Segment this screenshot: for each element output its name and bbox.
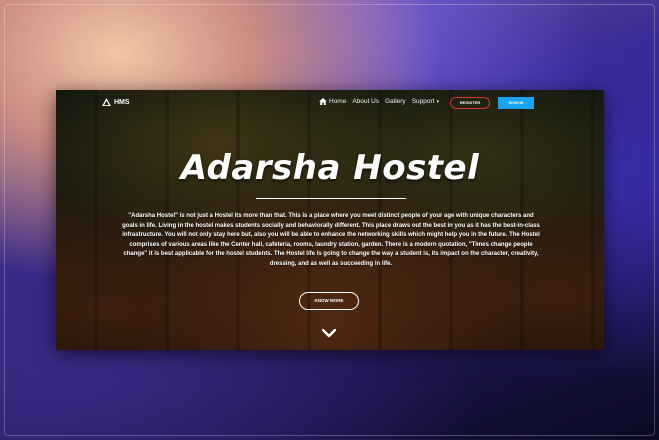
logo-icon — [102, 98, 111, 106]
home-icon — [319, 98, 327, 105]
nav-home[interactable]: Home — [319, 98, 346, 105]
nav-home-label: Home — [329, 98, 347, 105]
hero-title: Adarsha Hostel — [180, 148, 480, 188]
hostel-webpage: HMS Home About Us Gallery Support ▾ REGI… — [56, 90, 604, 350]
nav-gallery[interactable]: Gallery — [385, 98, 406, 105]
hero-description: "Adarsha Hostel" is not just a Hostel it… — [122, 213, 540, 267]
navbar: HMS Home About Us Gallery Support ▾ REGI… — [56, 90, 604, 116]
know-more-button[interactable]: KNOW MORE — [299, 292, 359, 310]
chevron-down-icon[interactable] — [322, 329, 336, 338]
logo-text: HMS — [114, 98, 130, 106]
nav-links: Home About Us Gallery Support ▾ — [319, 98, 439, 105]
title-divider — [256, 198, 406, 199]
nav-support-label: Support — [411, 98, 435, 105]
sign-in-button[interactable]: SIGN IN — [498, 97, 534, 109]
nav-support[interactable]: Support ▾ — [412, 98, 439, 105]
nav-about-us[interactable]: About Us — [352, 98, 379, 105]
site-logo[interactable]: HMS — [102, 98, 130, 106]
register-button[interactable]: REGISTER — [450, 97, 490, 109]
nav-gallery-label: Gallery — [385, 98, 406, 105]
caret-down-icon: ▾ — [436, 98, 439, 105]
nav-about-label: About Us — [352, 98, 380, 105]
